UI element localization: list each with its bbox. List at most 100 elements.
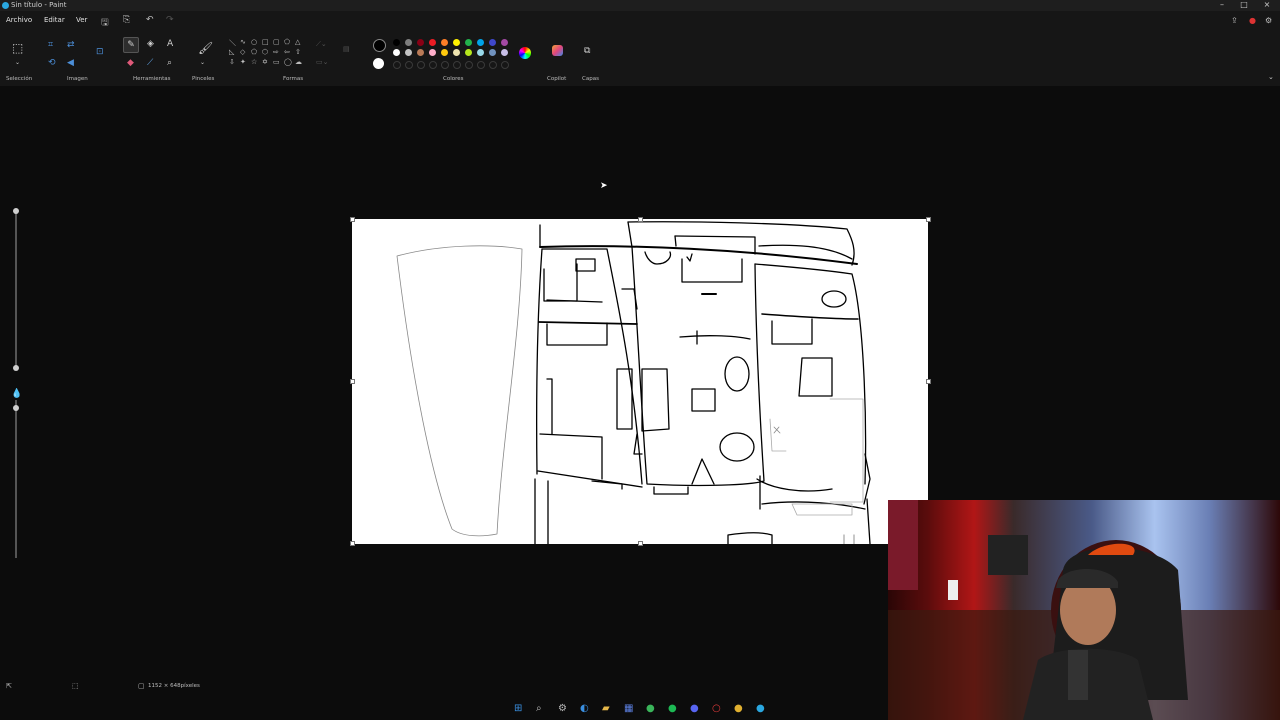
palette-swatch[interactable] xyxy=(405,39,412,46)
menu-editar[interactable]: Editar xyxy=(44,16,65,24)
selection-rectangle-icon[interactable]: ⬚ xyxy=(12,42,23,54)
menu-ver[interactable]: Ver xyxy=(76,16,87,24)
crop-icon[interactable]: ⌗ xyxy=(48,40,53,50)
opera-icon[interactable]: ○ xyxy=(712,703,721,714)
custom-color-slot[interactable] xyxy=(405,61,413,69)
rotate-icon[interactable]: ⟲ xyxy=(48,58,56,68)
palette-swatch[interactable] xyxy=(465,39,472,46)
resize-handle-bottom-left[interactable] xyxy=(350,541,355,546)
six-point-star-shape-icon[interactable]: ✡ xyxy=(262,58,268,66)
palette-swatch[interactable] xyxy=(501,49,508,56)
collapse-ribbon-icon[interactable]: ⌄ xyxy=(1268,72,1274,82)
palette-swatch[interactable] xyxy=(489,49,496,56)
spotify-icon[interactable]: ● xyxy=(668,703,677,714)
palette-swatch[interactable] xyxy=(453,49,460,56)
palette-swatch[interactable] xyxy=(489,39,496,46)
start-icon[interactable]: ⊞ xyxy=(514,703,522,714)
eraser-icon[interactable]: ◆ xyxy=(127,58,134,68)
custom-color-slot[interactable] xyxy=(489,61,497,69)
color-wheel-icon[interactable] xyxy=(519,47,531,59)
maximize-button[interactable]: □ xyxy=(1234,0,1254,9)
custom-color-slot[interactable] xyxy=(501,61,509,69)
discord-icon[interactable]: ● xyxy=(690,703,699,714)
rectangle-shape-icon[interactable]: □ xyxy=(262,38,269,46)
resize-handle-top-left[interactable] xyxy=(350,217,355,222)
line-shape-icon[interactable]: ＼ xyxy=(229,38,236,48)
brush-size-slider-knob[interactable] xyxy=(13,365,19,371)
settings-icon[interactable]: ⚙ xyxy=(1265,16,1272,25)
left-arrow-shape-icon[interactable]: ⇦ xyxy=(284,48,290,56)
color-picker-icon[interactable]: ⟋ xyxy=(147,58,153,68)
custom-color-slot[interactable] xyxy=(441,61,449,69)
account-icon[interactable]: ● xyxy=(1249,16,1256,25)
hexagon-shape-icon[interactable]: ⬡ xyxy=(262,48,268,56)
resize-handle-bottom[interactable] xyxy=(638,541,643,546)
resize-icon[interactable]: ⇄ xyxy=(67,40,75,50)
right-arrow-shape-icon[interactable]: ⇨ xyxy=(273,48,279,56)
brush-chevron-icon[interactable]: ⌄ xyxy=(200,58,205,68)
selection-chevron-icon[interactable]: ⌄ xyxy=(15,58,20,68)
up-arrow-shape-icon[interactable]: ⇧ xyxy=(295,48,301,56)
text-icon[interactable]: A xyxy=(167,39,173,49)
chrome-icon[interactable]: ● xyxy=(734,703,743,714)
custom-color-slot[interactable] xyxy=(417,61,425,69)
whatsapp-icon[interactable]: ● xyxy=(646,703,655,714)
opacity-slider-track[interactable] xyxy=(15,400,17,558)
close-window-button[interactable]: × xyxy=(1257,0,1277,9)
copilot-icon[interactable] xyxy=(552,45,563,56)
magnifier-icon[interactable]: ⌕ xyxy=(167,58,172,68)
outline-icon[interactable]: ⟋⌄ xyxy=(316,40,327,49)
flip-icon[interactable]: ◀ xyxy=(67,58,74,68)
edge-icon[interactable]: ◐ xyxy=(580,703,589,714)
down-arrow-shape-icon[interactable]: ⇩ xyxy=(229,58,235,66)
palette-swatch[interactable] xyxy=(429,39,436,46)
right-triangle-shape-icon[interactable]: ◺ xyxy=(229,48,234,56)
resize-handle-left[interactable] xyxy=(350,379,355,384)
minimize-button[interactable]: – xyxy=(1212,0,1232,9)
menu-archivo[interactable]: Archivo xyxy=(6,16,32,24)
cloud-shape-icon[interactable]: ☁ xyxy=(295,58,302,66)
resize-handle-right[interactable] xyxy=(926,379,931,384)
custom-color-slot[interactable] xyxy=(453,61,461,69)
drawing-canvas[interactable] xyxy=(350,217,931,546)
palette-swatch[interactable] xyxy=(477,39,484,46)
paint-taskbar-icon[interactable]: ● xyxy=(756,703,765,714)
diamond-shape-icon[interactable]: ◇ xyxy=(240,48,245,56)
image-select-icon[interactable]: ⊡ xyxy=(96,47,104,57)
oval-shape-icon[interactable]: ○ xyxy=(251,38,257,46)
palette-swatch[interactable] xyxy=(477,49,484,56)
layers-icon[interactable]: ⧉ xyxy=(584,46,590,56)
undo-icon[interactable]: ↶ xyxy=(146,15,154,25)
resize-handle-top[interactable] xyxy=(638,217,643,222)
palette-swatch[interactable] xyxy=(417,49,424,56)
polygon-shape-icon[interactable]: ⬠ xyxy=(284,38,290,46)
file-explorer-icon[interactable]: ▰ xyxy=(602,703,610,714)
custom-color-slot[interactable] xyxy=(393,61,401,69)
palette-swatch[interactable] xyxy=(441,49,448,56)
custom-color-slot[interactable] xyxy=(465,61,473,69)
four-point-star-shape-icon[interactable]: ✦ xyxy=(240,58,246,66)
triangle-shape-icon[interactable]: △ xyxy=(295,38,300,46)
palette-swatch[interactable] xyxy=(393,49,400,56)
custom-color-slot[interactable] xyxy=(477,61,485,69)
opacity-slider-knob[interactable] xyxy=(13,405,19,411)
secondary-color-swatch[interactable] xyxy=(373,58,384,69)
callout-oval-shape-icon[interactable]: ◯ xyxy=(284,58,292,66)
share-icon[interactable]: ⎘ xyxy=(123,15,130,25)
palette-swatch[interactable] xyxy=(393,39,400,46)
rounded-rect-shape-icon[interactable]: ▢ xyxy=(273,38,280,46)
five-point-star-shape-icon[interactable]: ☆ xyxy=(251,58,257,66)
brush-icon[interactable]: 🖌 xyxy=(198,42,213,54)
curve-shape-icon[interactable]: ∿ xyxy=(240,38,246,46)
settings-taskbar-icon[interactable]: ⚙ xyxy=(558,703,567,714)
save-icon[interactable]: 🖫 xyxy=(101,15,109,31)
palette-swatch[interactable] xyxy=(501,39,508,46)
resize-handle-top-right[interactable] xyxy=(926,217,931,222)
palette-swatch[interactable] xyxy=(417,39,424,46)
brush-size-slider-track[interactable] xyxy=(15,212,17,368)
palette-swatch[interactable] xyxy=(429,49,436,56)
palette-swatch[interactable] xyxy=(453,39,460,46)
redo-icon[interactable]: ↷ xyxy=(166,15,174,25)
store-icon[interactable]: ▦ xyxy=(624,703,633,714)
palette-swatch[interactable] xyxy=(465,49,472,56)
